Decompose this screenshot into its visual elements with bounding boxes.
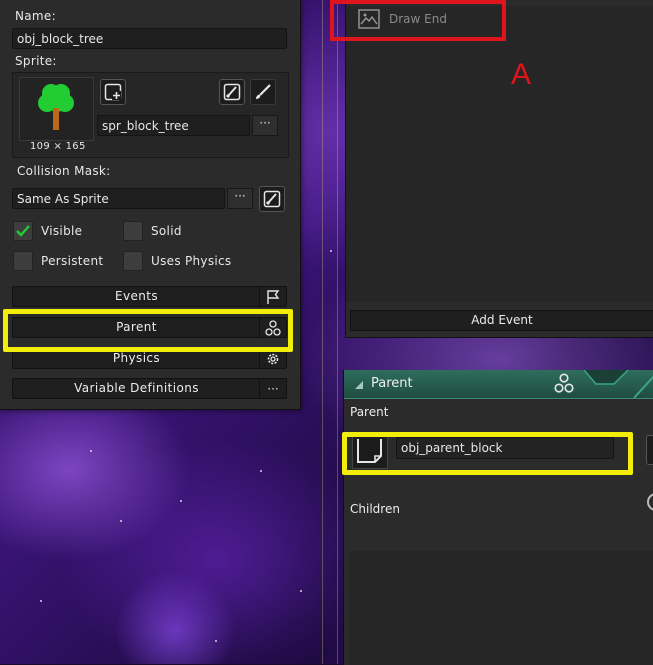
- parent-section-label: Parent: [350, 405, 389, 419]
- events-button[interactable]: Events: [12, 286, 287, 307]
- parent-panel-header[interactable]: Parent: [344, 370, 653, 399]
- collision-mask-field[interactable]: Same As Sprite: [12, 188, 225, 209]
- add-child-icon[interactable]: [647, 493, 653, 511]
- draw-end-highlight: [330, 0, 506, 41]
- parent-panel: Parent Parent obj_parent_block Children: [343, 370, 653, 665]
- collision-mask-edit-button[interactable]: [259, 186, 285, 212]
- sprite-dimensions: 109 × 165: [30, 141, 86, 152]
- sprite-label: Sprite:: [15, 54, 57, 68]
- parent-field-highlight: [342, 432, 633, 475]
- variable-definitions-label: Variable Definitions: [74, 381, 199, 395]
- add-sprite-icon: [104, 83, 122, 101]
- annotation-label: A: [511, 58, 532, 91]
- edit-sprite-button[interactable]: [219, 79, 245, 105]
- parent-edit-button[interactable]: [646, 435, 653, 465]
- sprite-browse-button[interactable]: ···: [252, 115, 278, 136]
- persistent-checkbox[interactable]: [13, 251, 33, 271]
- visible-label: Visible: [41, 224, 83, 238]
- parent-button-highlight: [3, 309, 293, 352]
- object-name-input[interactable]: obj_block_tree: [12, 28, 287, 49]
- solid-label: Solid: [151, 224, 182, 238]
- edit-sprite-icon: [223, 83, 241, 101]
- uses-physics-checkbox[interactable]: [123, 251, 143, 271]
- collision-mask-edit-icon: [263, 190, 281, 208]
- collision-mask-label: Collision Mask:: [17, 164, 111, 178]
- uses-physics-label: Uses Physics: [151, 254, 232, 268]
- tree-trunk: [53, 108, 59, 130]
- event-list: Draw End: [346, 6, 653, 302]
- sprite-name-field[interactable]: spr_block_tree: [97, 115, 250, 136]
- children-label: Children: [350, 502, 400, 516]
- header-tab-decoration: [584, 370, 653, 398]
- add-sprite-button[interactable]: [100, 79, 126, 105]
- gear-icon: [267, 353, 279, 364]
- collision-mask-browse-button[interactable]: ···: [227, 188, 253, 209]
- collapse-triangle-icon[interactable]: [354, 380, 364, 390]
- persistent-label: Persistent: [41, 254, 104, 268]
- name-label: Name:: [15, 9, 56, 23]
- sprite-preview[interactable]: [19, 77, 94, 141]
- variable-definitions-button[interactable]: Variable Definitions ···: [12, 378, 287, 399]
- variable-definitions-options[interactable]: ···: [259, 379, 286, 398]
- parent-hierarchy-icon: [554, 373, 574, 393]
- add-event-button[interactable]: Add Event: [350, 310, 653, 331]
- children-list: [349, 551, 653, 665]
- parent-panel-title: Parent: [371, 376, 413, 391]
- events-panel: Draw End Add Event: [345, 0, 653, 338]
- visible-checkbox[interactable]: [13, 221, 33, 241]
- flag-icon: [267, 289, 280, 304]
- paint-brush-icon: [256, 84, 271, 99]
- solid-checkbox[interactable]: [123, 221, 143, 241]
- new-sprite-button[interactable]: [250, 79, 276, 105]
- checkmark-icon: [16, 225, 30, 237]
- events-button-label: Events: [114, 289, 159, 303]
